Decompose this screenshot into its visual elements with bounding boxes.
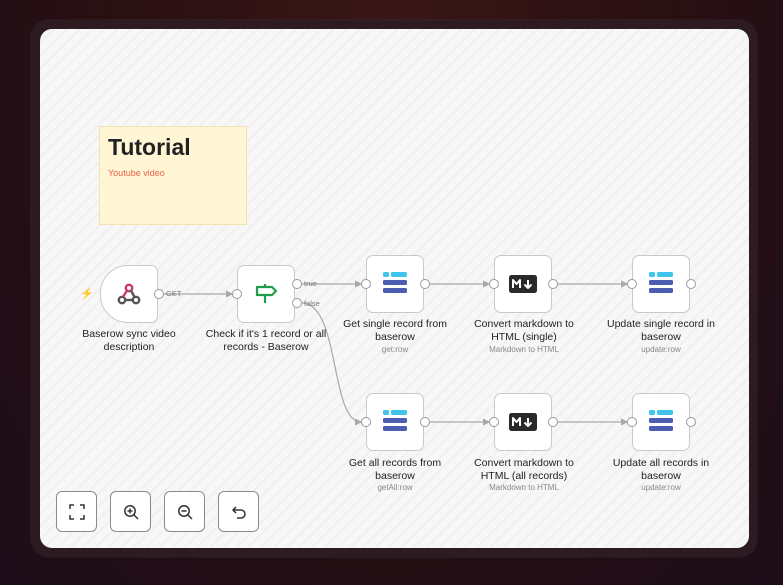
node-get-single-record[interactable] xyxy=(366,255,424,313)
node-label: Convert markdown to HTML (single) xyxy=(474,318,574,343)
input-port[interactable] xyxy=(627,279,637,289)
signpost-icon xyxy=(255,284,278,303)
baserow-icon xyxy=(383,272,407,293)
undo-button[interactable] xyxy=(218,491,259,532)
edge-label-true: true xyxy=(304,279,317,288)
output-port[interactable] xyxy=(686,279,696,289)
input-port[interactable] xyxy=(489,417,499,427)
output-port[interactable] xyxy=(420,417,430,427)
node-update-single-record[interactable] xyxy=(632,255,690,313)
node-markdown-all[interactable] xyxy=(494,393,552,451)
zoom-in-icon xyxy=(123,504,139,520)
markdown-icon xyxy=(509,413,537,431)
zoom-out-icon xyxy=(177,504,193,520)
node-baserow-sync-trigger[interactable] xyxy=(100,265,158,323)
output-port[interactable] xyxy=(548,279,558,289)
webhook-icon xyxy=(117,283,141,305)
input-port[interactable] xyxy=(361,417,371,427)
trigger-bolt-icon: ⚡ xyxy=(80,288,94,300)
baserow-icon xyxy=(649,410,673,431)
workflow-canvas[interactable]: Tutorial Youtube video ⚡ GET Baserow syn… xyxy=(40,29,749,548)
edge-label-false: false xyxy=(304,299,320,308)
node-markdown-single[interactable] xyxy=(494,255,552,313)
undo-icon xyxy=(231,505,246,519)
node-label: Update all records in baserow xyxy=(612,457,710,482)
node-subtitle: Markdown to HTML xyxy=(489,345,559,354)
trigger-output-port[interactable] xyxy=(154,289,164,299)
node-label: Check if it's 1 record or all records - … xyxy=(205,328,327,353)
sticky-youtube-link[interactable]: Youtube video xyxy=(108,168,165,178)
node-label: Convert markdown to HTML (all records) xyxy=(474,457,574,482)
node-subtitle: getAll:row xyxy=(377,483,413,492)
sticky-note[interactable]: Tutorial Youtube video xyxy=(99,126,247,225)
if-false-port[interactable] xyxy=(292,298,302,308)
if-true-port[interactable] xyxy=(292,279,302,289)
node-subtitle: get:row xyxy=(381,345,409,354)
baserow-icon xyxy=(383,410,407,431)
node-label: Update single record in baserow xyxy=(607,318,715,343)
if-input-port[interactable] xyxy=(232,289,242,299)
fit-view-icon xyxy=(68,503,85,520)
baserow-icon xyxy=(649,272,673,293)
node-label: Get single record from baserow xyxy=(343,318,447,343)
node-update-all-records[interactable] xyxy=(632,393,690,451)
node-label: Baserow sync video description xyxy=(82,328,176,353)
output-port[interactable] xyxy=(686,417,696,427)
node-label: Get all records from baserow xyxy=(348,457,442,482)
node-if-check[interactable] xyxy=(237,265,295,323)
output-port[interactable] xyxy=(420,279,430,289)
edge-label-get: GET xyxy=(166,289,182,298)
node-subtitle: update:row xyxy=(641,345,681,354)
node-subtitle: Markdown to HTML xyxy=(489,483,559,492)
zoom-out-button[interactable] xyxy=(164,491,205,532)
fit-view-button[interactable] xyxy=(56,491,97,532)
input-port[interactable] xyxy=(627,417,637,427)
markdown-icon xyxy=(509,275,537,293)
input-port[interactable] xyxy=(361,279,371,289)
input-port[interactable] xyxy=(489,279,499,289)
sticky-title: Tutorial xyxy=(108,134,191,160)
node-get-all-records[interactable] xyxy=(366,393,424,451)
node-subtitle: update:row xyxy=(641,483,681,492)
output-port[interactable] xyxy=(548,417,558,427)
zoom-in-button[interactable] xyxy=(110,491,151,532)
